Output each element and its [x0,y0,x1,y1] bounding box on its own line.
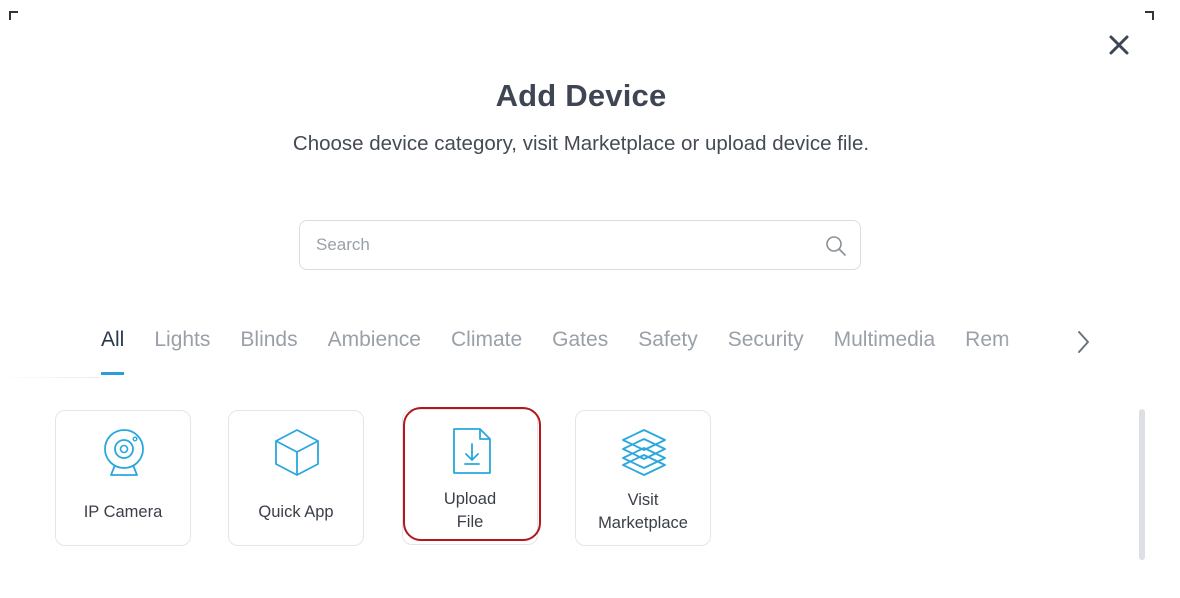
card-label: Visit Marketplace [580,489,706,535]
corner-mark-top-right [1145,11,1154,20]
tab-safety[interactable]: Safety [623,318,713,362]
file-download-icon [453,428,491,474]
tab-gates[interactable]: Gates [537,318,623,362]
device-card-ip-camera[interactable]: IP Camera [55,410,191,546]
card-label: IP Camera [83,503,163,521]
search-icon[interactable] [825,235,847,257]
tab-climate[interactable]: Climate [436,318,537,362]
corner-mark-top-left [9,11,18,20]
card-label-line: Marketplace [598,514,688,532]
tab-ambience[interactable]: Ambience [313,318,436,362]
dialog-subtitle: Choose device category, visit Marketplac… [292,132,870,155]
device-card-visit-marketplace[interactable]: Visit Marketplace [575,410,711,546]
close-icon [1109,35,1129,55]
card-label: Quick App [258,503,334,521]
ip-camera-icon [104,429,144,476]
tab-blinds[interactable]: Blinds [225,318,312,362]
card-label: Upload File [407,488,533,534]
tab-lights[interactable]: Lights [139,318,225,362]
tab-security[interactable]: Security [713,318,819,362]
dialog-title: Add Device [495,78,667,113]
device-card-upload-file[interactable]: Upload File [402,409,538,545]
card-label-line: File [456,513,484,531]
tab-multimedia[interactable]: Multimedia [819,318,951,362]
layers-icon [622,429,666,476]
search-input[interactable] [300,221,860,269]
tab-all[interactable]: All [86,318,139,375]
card-label-line: Visit [627,491,659,509]
cube-icon [275,429,319,476]
category-tabs: All Lights Blinds Ambience Climate Gates Safet… [86,318,1066,378]
card-label-line: Upload [443,490,497,508]
close-button[interactable] [1104,30,1134,60]
tabs-divider [0,377,100,378]
device-card-quick-app[interactable]: Quick App [228,410,364,546]
search-box [299,220,861,270]
chevron-right-icon[interactable] [1072,328,1094,356]
tabs-fade [1000,318,1066,368]
scrollbar-thumb[interactable] [1139,409,1145,560]
